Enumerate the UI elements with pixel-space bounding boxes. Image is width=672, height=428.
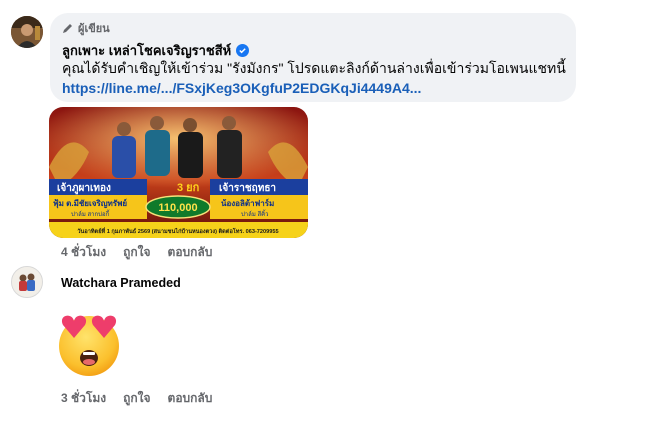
heart-eyes-emoji bbox=[55, 313, 125, 377]
comment-actions: 4 ชั่วโมง ถูกใจ ตอบกลับ bbox=[61, 243, 212, 262]
verified-badge-icon bbox=[236, 44, 250, 57]
poster-rounds: 3 ยก bbox=[177, 182, 200, 194]
pen-icon bbox=[63, 24, 72, 33]
comment-author[interactable]: Watchara Prameded bbox=[61, 276, 181, 290]
comment-timestamp[interactable]: 4 ชั่วโมง bbox=[61, 243, 106, 262]
poster-left-owner: ฟุ้ม ต.มีชัยเจริญทรัพย์ bbox=[53, 198, 127, 209]
author-avatar[interactable] bbox=[11, 16, 43, 48]
comment-author[interactable]: ลูกเพาะ เหล่าโชคเจริญราชสีห์ bbox=[62, 40, 250, 61]
poster-prize: 110,000 bbox=[158, 202, 197, 214]
like-button[interactable]: ถูกใจ bbox=[123, 389, 150, 408]
comment-author-label[interactable]: ลูกเพาะ เหล่าโชคเจริญราชสีห์ bbox=[62, 40, 231, 61]
comment-timestamp[interactable]: 3 ชั่วโมง bbox=[61, 389, 106, 408]
comment-bubble: ผู้เขียน ลูกเพาะ เหล่าโชคเจริญราชสีห์ คุ… bbox=[50, 13, 576, 102]
author-badge-label: ผู้เขียน bbox=[78, 23, 110, 35]
poster-right-owner: น้องอลิต้าฟาร์ม bbox=[221, 198, 274, 208]
comment-actions: 3 ชั่วโมง ถูกใจ ตอบกลับ bbox=[61, 389, 212, 408]
author-badge: ผู้เขียน bbox=[62, 20, 110, 36]
comment-image[interactable]: เจ้าภูผาเทอง 3 ยก เจ้าราชฤทธา ฟุ้ม ต.มีช… bbox=[49, 107, 308, 238]
comment-text: คุณได้รับคำเชิญให้เข้าร่วม "รังมังกร" โป… bbox=[62, 60, 566, 76]
comment-link[interactable]: https://line.me/.../FSxjKeg3OKgfuP2EDGKq… bbox=[62, 79, 421, 97]
like-button[interactable]: ถูกใจ bbox=[123, 243, 150, 262]
reply-button[interactable]: ตอบกลับ bbox=[168, 389, 213, 408]
reply-button[interactable]: ตอบกลับ bbox=[168, 243, 213, 262]
commenter-avatar[interactable] bbox=[11, 266, 43, 298]
poster-footer: วันอาทิตย์ที่ 1 กุมภาพันธ์ 2569 (สนามชนไ… bbox=[77, 227, 278, 235]
poster-right-title: เจ้าราชฤทธา bbox=[219, 182, 276, 194]
poster-left-title: เจ้าภูผาเทอง bbox=[57, 182, 111, 195]
